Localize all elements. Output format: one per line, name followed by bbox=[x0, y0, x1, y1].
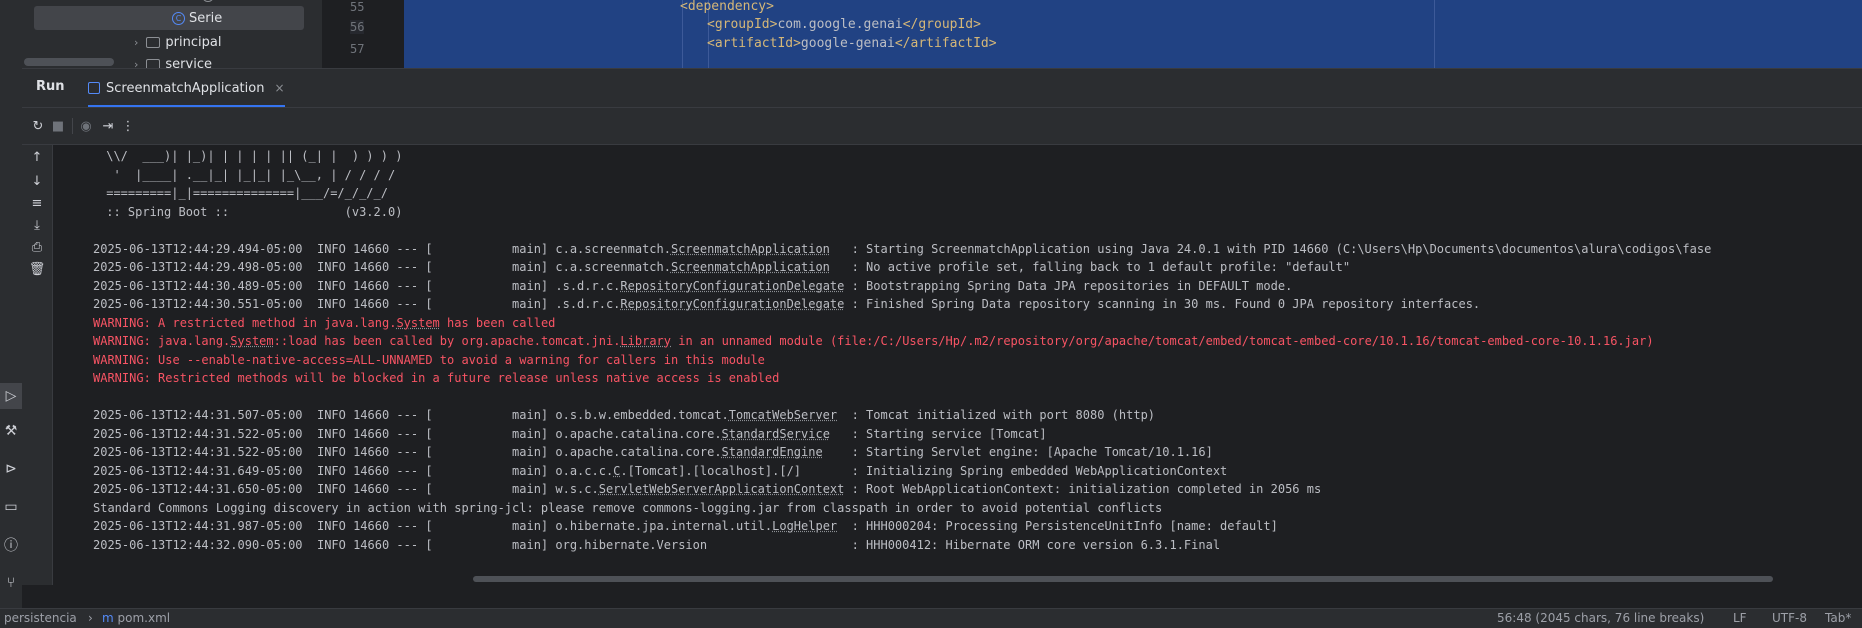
application-icon bbox=[88, 82, 100, 94]
exit-icon[interactable]: ⇥ bbox=[98, 116, 118, 136]
log-line: 2025-06-13T12:44:30.489-05:00 INFO 14660… bbox=[93, 278, 1293, 293]
chevron-right-icon[interactable]: › bbox=[134, 36, 138, 49]
code-line: <groupId>com.google.genai</groupId> bbox=[707, 17, 981, 32]
file-encoding[interactable]: UTF-8 bbox=[1772, 611, 1807, 625]
package-icon bbox=[146, 58, 161, 68]
log-line: 2025-06-13T12:44:31.522-05:00 INFO 14660… bbox=[93, 445, 1213, 459]
breadcrumb-file[interactable]: m pom.xml bbox=[102, 611, 170, 625]
log-line: 2025-06-13T12:44:29.498-05:00 INFO 14660… bbox=[93, 260, 1351, 274]
run-header: Run ScreenmatchApplication × bbox=[22, 69, 1862, 108]
right-margin-guide bbox=[1434, 0, 1435, 68]
build-tool-icon[interactable]: ⚒ bbox=[0, 418, 22, 444]
code-line: <artifactId>google-genai</artifactId> bbox=[707, 36, 997, 51]
active-tab-indicator bbox=[88, 105, 285, 107]
scroll-to-end-icon[interactable]: ⤓ bbox=[27, 215, 47, 235]
log-line: 2025-06-13T12:44:31.987-05:00 INFO 14660… bbox=[93, 519, 1278, 533]
breadcrumb-separator: › bbox=[88, 611, 93, 625]
tree-item-label: service bbox=[165, 56, 212, 69]
services-tool-icon[interactable]: ⊳ bbox=[0, 456, 22, 482]
line-number: 56 bbox=[350, 20, 365, 34]
arrow-up-icon[interactable]: ↑ bbox=[27, 147, 47, 167]
log-line: 2025-06-13T12:44:29.494-05:00 INFO 14660… bbox=[93, 241, 1712, 256]
left-tool-strip: ▷ ⚒ ⊳ ▭ ⓘ ⑂ bbox=[0, 0, 23, 627]
chevron-right-icon[interactable]: › bbox=[134, 58, 138, 69]
rerun-icon[interactable]: ↻ bbox=[28, 116, 48, 136]
console-side-actions: ↑ ↓ ≡ ⤓ ⎙ 🗑 bbox=[22, 145, 53, 585]
arrow-down-icon[interactable]: ↓ bbox=[27, 171, 47, 191]
print-icon[interactable]: ⎙ bbox=[27, 237, 47, 257]
run-tool-window: Run ScreenmatchApplication × ↻ ■ ◉ ⇥ ⋮ ↑… bbox=[22, 68, 1862, 609]
log-line: 2025-06-13T12:44:32.090-05:00 INFO 14660… bbox=[93, 537, 1221, 552]
editor-gutter: 55 56 57 bbox=[322, 0, 404, 68]
tree-horizontal-scrollbar[interactable] bbox=[24, 58, 114, 66]
editor[interactable]: 55 56 57 <dependency> <groupId>com.googl… bbox=[322, 0, 1862, 68]
terminal-tool-icon[interactable]: ▭ bbox=[0, 494, 22, 520]
console-output[interactable]: \\/ ___)| |_)| | | | | || (_| | ) ) ) ) … bbox=[53, 145, 1862, 585]
tab-label: ScreenmatchApplication bbox=[106, 80, 265, 96]
tree-item-principal[interactable]: › principal bbox=[134, 31, 221, 53]
run-toolbar: ↻ ■ ◉ ⇥ ⋮ bbox=[22, 108, 1862, 145]
log-line: 2025-06-13T12:44:30.551-05:00 INFO 14660… bbox=[93, 297, 1481, 311]
git-tool-icon[interactable]: ⑂ bbox=[0, 570, 22, 596]
tree-item-label: principal bbox=[165, 34, 222, 50]
class-icon-partial bbox=[202, 0, 214, 2]
warning-log-line: WARNING: Use --enable-native-access=ALL-… bbox=[93, 352, 765, 367]
log-line: 2025-06-13T12:44:31.507-05:00 INFO 14660… bbox=[93, 408, 1156, 422]
warning-log-line: WARNING: Restricted methods will be bloc… bbox=[93, 371, 780, 385]
problems-tool-icon[interactable]: ⓘ bbox=[0, 532, 22, 558]
log-line: 2025-06-13T12:44:31.649-05:00 INFO 14660… bbox=[93, 463, 1228, 478]
status-bar: persistencia › m pom.xml 56:48 (2045 cha… bbox=[0, 608, 1862, 628]
spring-banner-line: =========|_|==============|___/=/_/_/_/ bbox=[99, 186, 388, 200]
tree-selection-highlight bbox=[34, 6, 304, 30]
line-ending[interactable]: LF bbox=[1733, 611, 1747, 625]
line-number: 55 bbox=[350, 0, 365, 14]
stop-icon[interactable]: ■ bbox=[48, 116, 68, 136]
soft-wrap-icon[interactable]: ≡ bbox=[27, 193, 47, 213]
log-line: Standard Commons Logging discovery in ac… bbox=[93, 500, 1163, 515]
more-icon[interactable]: ⋮ bbox=[118, 116, 138, 136]
line-number: 57 bbox=[350, 42, 365, 56]
tree-item-serie[interactable]: C Serie bbox=[172, 7, 222, 29]
text-selection bbox=[404, 0, 1862, 68]
close-icon[interactable]: × bbox=[274, 81, 284, 95]
top-area: C Serie › principal › service 55 56 57 <… bbox=[22, 0, 1862, 68]
log-line: 2025-06-13T12:44:31.650-05:00 INFO 14660… bbox=[93, 482, 1322, 496]
toolbar-divider bbox=[72, 118, 73, 134]
console-horizontal-scrollbar[interactable] bbox=[473, 576, 1773, 582]
log-line: 2025-06-13T12:44:31.522-05:00 INFO 14660… bbox=[93, 426, 1047, 441]
code-line: <dependency> bbox=[680, 0, 774, 14]
indent-setting[interactable]: Tab* bbox=[1825, 611, 1851, 625]
project-tree: C Serie › principal › service bbox=[22, 0, 322, 68]
run-tool-icon[interactable]: ▷ bbox=[0, 383, 22, 409]
warning-log-line: WARNING: java.lang.System::load has been… bbox=[93, 334, 1654, 348]
maven-file-icon: m bbox=[102, 611, 114, 625]
trash-icon[interactable]: 🗑 bbox=[27, 259, 47, 279]
camera-icon[interactable]: ◉ bbox=[76, 116, 96, 136]
class-icon: C bbox=[172, 11, 185, 25]
spring-banner-line: ' |____| .__|_| |_|_| |_\__, | / / / / bbox=[99, 167, 396, 182]
tab-screenmatch-application[interactable]: ScreenmatchApplication × bbox=[88, 69, 285, 107]
spring-banner-line: \\/ ___)| |_)| | | | | || (_| | ) ) ) ) bbox=[99, 149, 403, 163]
breadcrumb-project[interactable]: persistencia bbox=[4, 611, 77, 625]
cursor-position[interactable]: 56:48 (2045 chars, 76 line breaks) bbox=[1497, 611, 1704, 625]
spring-banner-line: :: Spring Boot :: (v3.2.0) bbox=[99, 204, 403, 219]
tree-item-label: Serie bbox=[189, 10, 223, 26]
run-panel-title: Run bbox=[36, 79, 65, 94]
warning-log-line: WARNING: A restricted method in java.lan… bbox=[93, 315, 556, 330]
tree-item-service[interactable]: › service bbox=[134, 53, 212, 68]
package-icon bbox=[146, 36, 161, 48]
